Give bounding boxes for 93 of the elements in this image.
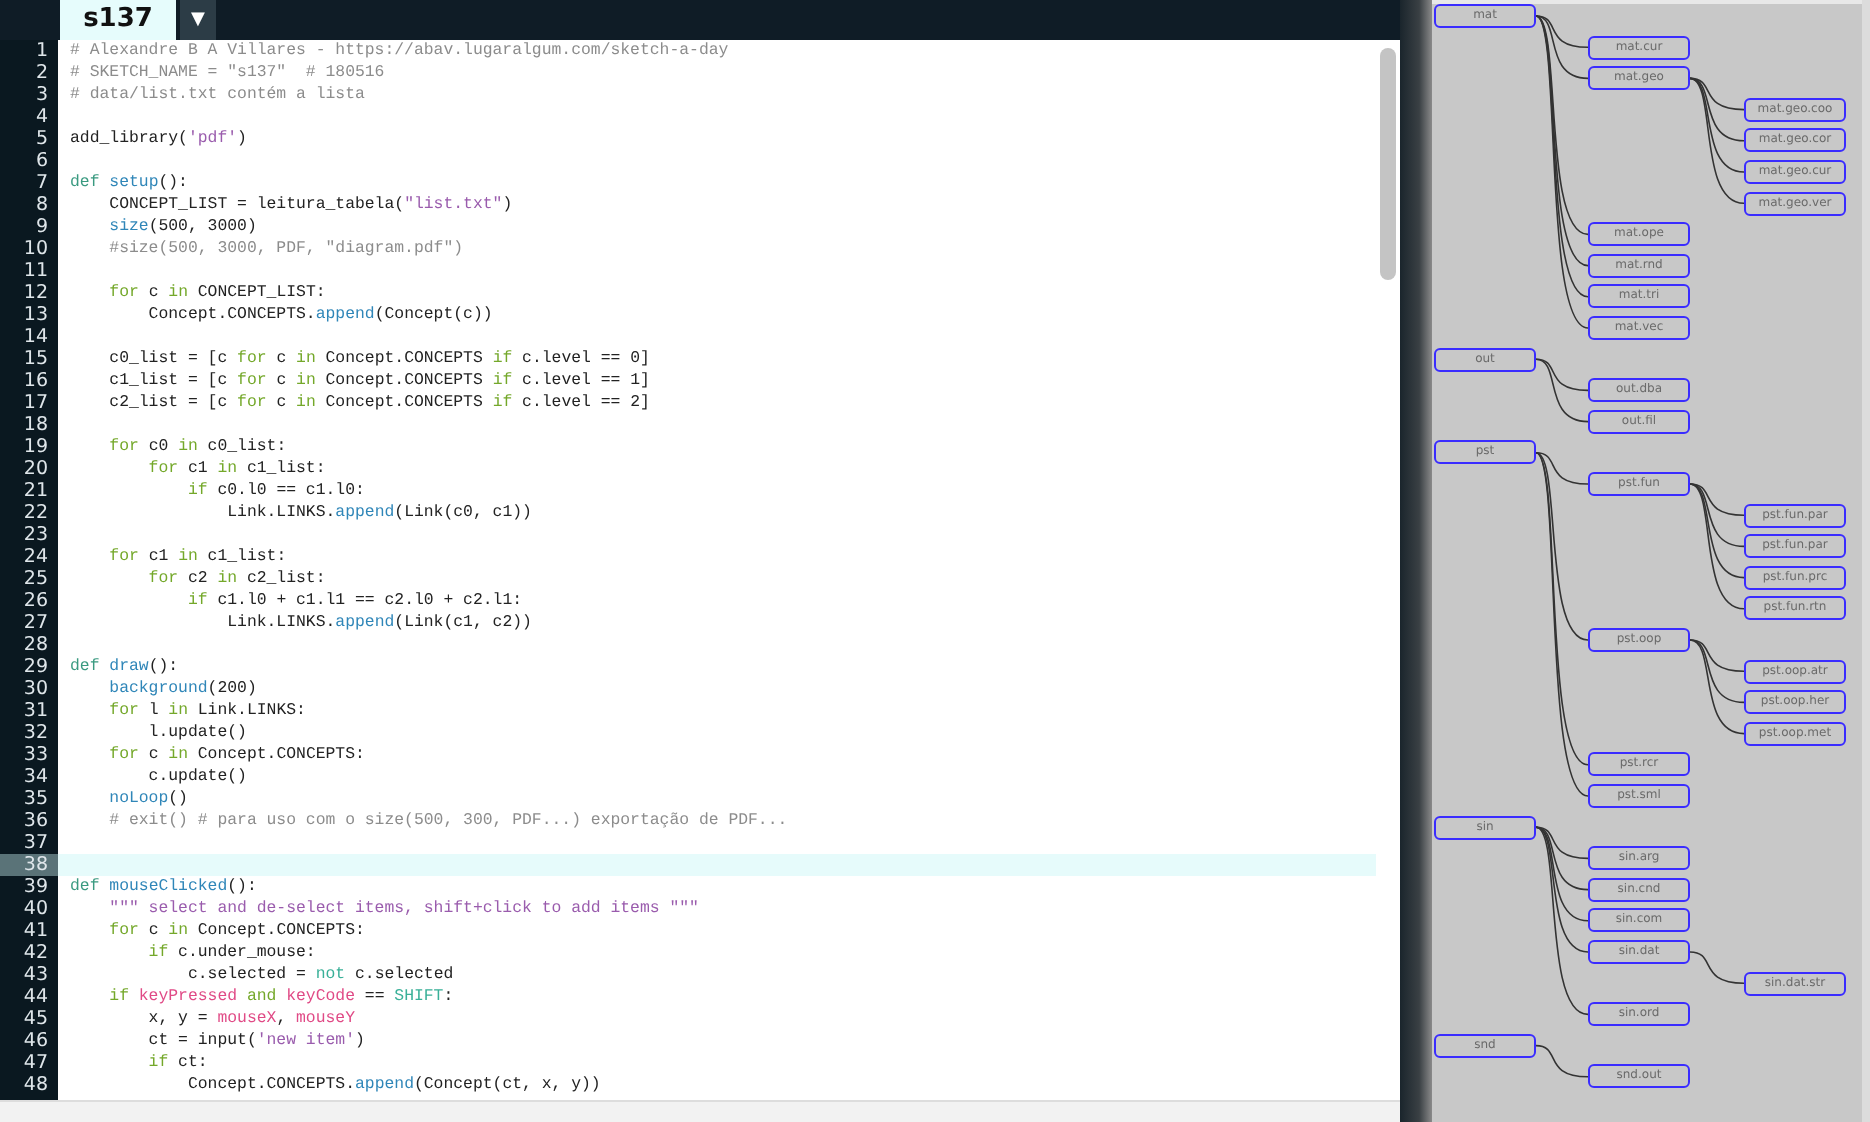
line-number: 18 <box>21 414 50 436</box>
line-number: 27 <box>21 612 50 634</box>
line-number: 29 <box>21 656 50 678</box>
code-line: noLoop() <box>107 788 190 810</box>
code-line: Concept.CONCEPTS.append(Concept(c)) <box>146 304 495 326</box>
line-number: 4 <box>33 106 50 128</box>
line-number: 10 <box>21 238 50 260</box>
code-line: # Alexandre B A Villares - https://abav.lugaralgum.com/sketch-a-day <box>68 40 731 62</box>
code-line: for l in Link.LINKS: <box>107 700 308 722</box>
line-number: 31 <box>21 700 50 722</box>
code-line: if keyPressed and keyCode == SHIFT: <box>107 986 456 1008</box>
code-line: def draw(): <box>68 656 181 678</box>
line-number: 33 <box>21 744 50 766</box>
code-line: def setup(): <box>68 172 190 194</box>
line-number: 39 <box>21 876 50 898</box>
code-line: for c in Concept.CONCEPTS: <box>107 920 367 942</box>
code-line: x, y = mouseX, mouseY <box>146 1008 357 1030</box>
line-number: 15 <box>21 348 50 370</box>
code-line: add_library('pdf') <box>68 128 249 150</box>
code-line: for c1 in c1_list: <box>146 458 328 480</box>
line-number: 25 <box>21 568 50 590</box>
code-line: l.update() <box>146 722 249 744</box>
line-number: 38 <box>0 854 58 876</box>
code-line: if ct: <box>146 1052 210 1074</box>
code-line: for c2 in c2_list: <box>146 568 328 590</box>
code-line: ct = input('new item') <box>146 1030 367 1052</box>
line-number: 35 <box>21 788 50 810</box>
code-line: c.update() <box>146 766 249 788</box>
line-number: 6 <box>33 150 50 172</box>
code-line: background(200) <box>107 678 259 700</box>
connector-line <box>1689 951 1745 984</box>
code-line: size(500, 3000) <box>107 216 259 238</box>
line-number: 12 <box>21 282 50 304</box>
line-number: 13 <box>21 304 50 326</box>
code-line: Link.LINKS.append(Link(c1, c2)) <box>225 612 534 634</box>
scrollbar-thumb[interactable] <box>1380 48 1396 280</box>
line-number: 47 <box>21 1052 50 1074</box>
line-number: 23 <box>21 524 50 546</box>
code-line: c1_list = [c for c in Concept.CONCEPTS if c.level == 1] <box>107 370 652 392</box>
line-number: 2 <box>33 62 50 84</box>
line-number: 42 <box>21 942 50 964</box>
line-number: 8 <box>33 194 50 216</box>
line-number: 26 <box>21 590 50 612</box>
code-line: def mouseClicked(): <box>68 876 259 898</box>
line-number: 17 <box>21 392 50 414</box>
line-number: 9 <box>33 216 50 238</box>
line-number: 34 <box>21 766 50 788</box>
line-number: 20 <box>21 458 50 480</box>
code-line: #size(500, 3000, PDF, "diagram.pdf") <box>107 238 466 260</box>
line-number: 44 <box>21 986 50 1008</box>
line-number: 14 <box>21 326 50 348</box>
code-line: # exit() # para uso com o size(500, 300, PDF...) exportação de PDF... <box>107 810 790 832</box>
line-number: 3 <box>33 84 50 106</box>
horizontal-scrollbar[interactable] <box>0 1100 1400 1122</box>
code-line: # data/list.txt contém a lista <box>68 84 367 106</box>
line-number: 5 <box>33 128 50 150</box>
code-line: for c0 in c0_list: <box>107 436 289 458</box>
line-number: 37 <box>21 832 50 854</box>
line-number: 24 <box>21 546 50 568</box>
line-number: 22 <box>21 502 50 524</box>
line-number: 7 <box>33 172 50 194</box>
code-line: Link.LINKS.append(Link(c0, c1)) <box>225 502 534 524</box>
line-number: 32 <box>21 722 50 744</box>
code-line: c2_list = [c for c in Concept.CONCEPTS if c.level == 2] <box>107 392 652 414</box>
code-line: if c1.l0 + c1.l1 == c2.l0 + c2.l1: <box>185 590 525 612</box>
line-number: 1 <box>33 40 50 62</box>
code-line: if c0.l0 == c1.l0: <box>185 480 367 502</box>
code-line: # SKETCH_NAME = "s137" # 180516 <box>68 62 387 84</box>
line-number: 43 <box>21 964 50 986</box>
code-line: CONCEPT_LIST = leitura_tabela("list.txt") <box>107 194 515 216</box>
code-line: c0_list = [c for c in Concept.CONCEPTS if c.level == 0] <box>107 348 652 370</box>
line-number: 48 <box>21 1074 50 1096</box>
line-number: 19 <box>21 436 50 458</box>
line-number: 11 <box>21 260 50 282</box>
code-line: for c1 in c1_list: <box>107 546 289 568</box>
code-line: """ select and de-select items, shift+click to add items """ <box>107 898 701 920</box>
code-line: Concept.CONCEPTS.append(Concept(ct, x, y)) <box>185 1074 603 1096</box>
line-number: 40 <box>21 898 50 920</box>
line-number: 16 <box>21 370 50 392</box>
code-line: c.selected = not c.selected <box>185 964 456 986</box>
line-number: 28 <box>21 634 50 656</box>
code-line: if c.under_mouse: <box>146 942 318 964</box>
line-number: 45 <box>21 1008 50 1030</box>
line-number: 21 <box>21 480 50 502</box>
code-line: for c in Concept.CONCEPTS: <box>107 744 367 766</box>
code-line: for c in CONCEPT_LIST: <box>107 282 328 304</box>
line-number: 46 <box>21 1030 50 1052</box>
line-number: 36 <box>21 810 50 832</box>
connector-line <box>1535 1044 1589 1078</box>
line-number: 30 <box>21 678 50 700</box>
tab-menu-button[interactable]: ▼ <box>180 0 216 40</box>
sketch-tab[interactable]: s137 <box>60 0 176 40</box>
line-number: 41 <box>21 920 50 942</box>
